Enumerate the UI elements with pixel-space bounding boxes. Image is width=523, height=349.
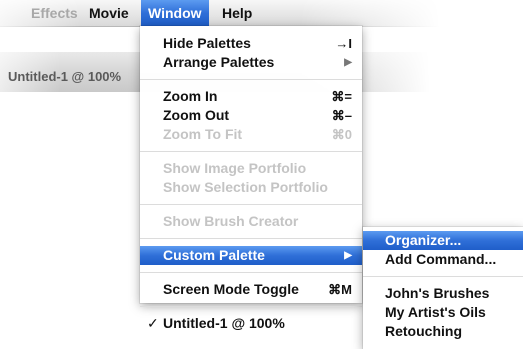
submenu-item-palette[interactable]: My Artist's Oils bbox=[363, 303, 523, 322]
menu-item-untitled-window[interactable]: ✓ Untitled-1 @ 100% bbox=[140, 314, 362, 333]
menu-item-label: Arrange Palettes bbox=[163, 54, 275, 70]
menu-item-custom-palette[interactable]: Custom Palette ▶ bbox=[140, 246, 362, 265]
menu-item-label: Zoom Out bbox=[163, 107, 230, 123]
submenu-item-add-command[interactable]: Add Command... bbox=[363, 250, 523, 269]
menu-window[interactable]: Window bbox=[141, 0, 209, 26]
submenu-arrow-icon: ▶ bbox=[344, 250, 352, 261]
menu-item-label: Show Brush Creator bbox=[163, 213, 299, 229]
document-tab[interactable]: Untitled-1 @ 100% bbox=[0, 66, 129, 88]
shortcut-tab-icon: →I bbox=[335, 36, 352, 51]
menu-item-label: My Artist's Oils bbox=[385, 304, 486, 320]
menu-separator bbox=[363, 276, 523, 277]
menu-item-label: Add Command... bbox=[385, 251, 497, 267]
menu-movie[interactable]: Movie bbox=[82, 0, 136, 26]
menu-item-show-selection-portfolio: Show Selection Portfolio bbox=[140, 178, 362, 197]
menu-item-show-image-portfolio: Show Image Portfolio bbox=[140, 159, 362, 178]
menu-help[interactable]: Help bbox=[215, 0, 259, 26]
menu-item-zoom-to-fit: Zoom To Fit ⌘0 bbox=[140, 125, 362, 144]
menu-separator bbox=[140, 272, 362, 273]
menu-item-show-brush-creator: Show Brush Creator bbox=[140, 212, 362, 231]
menu-item-arrange-palettes[interactable]: Arrange Palettes ▶ bbox=[140, 53, 362, 72]
menu-item-label: Organizer... bbox=[385, 232, 462, 248]
menu-item-zoom-out[interactable]: Zoom Out ⌘– bbox=[140, 106, 362, 125]
menu-item-label: Hide Palettes bbox=[163, 35, 251, 51]
submenu-arrow-icon: ▶ bbox=[344, 57, 352, 68]
shortcut-label: ⌘= bbox=[331, 89, 352, 104]
menu-item-label: Screen Mode Toggle bbox=[163, 281, 299, 297]
menu-separator bbox=[140, 79, 362, 80]
menu-effects[interactable]: Effects bbox=[24, 0, 85, 26]
menu-item-label: Zoom In bbox=[163, 88, 218, 104]
menu-item-label: John's Brushes bbox=[385, 285, 490, 301]
shortcut-label: ⌘M bbox=[328, 282, 352, 297]
menu-item-label: Untitled-1 @ 100% bbox=[163, 315, 285, 331]
menu-item-label: Custom Palette bbox=[163, 247, 265, 263]
menu-item-label: Retouching bbox=[385, 323, 462, 339]
menu-item-label: Show Selection Portfolio bbox=[163, 179, 328, 195]
menu-item-label: Zoom To Fit bbox=[163, 126, 243, 142]
menu-separator bbox=[140, 204, 362, 205]
custom-palette-submenu: Organizer... Add Command... John's Brush… bbox=[363, 227, 523, 349]
menu-item-label: Show Image Portfolio bbox=[163, 160, 307, 176]
menu-item-zoom-in[interactable]: Zoom In ⌘= bbox=[140, 87, 362, 106]
menu-item-hide-palettes[interactable]: Hide Palettes →I bbox=[140, 34, 362, 53]
checkmark-icon: ✓ bbox=[147, 315, 159, 331]
menu-separator bbox=[140, 151, 362, 152]
window-menu-dropdown: Hide Palettes →I Arrange Palettes ▶ Zoom… bbox=[140, 26, 362, 331]
menu-separator bbox=[140, 238, 362, 239]
menu-item-screen-mode-toggle[interactable]: Screen Mode Toggle ⌘M bbox=[140, 280, 362, 299]
submenu-item-palette[interactable]: Retouching bbox=[363, 322, 523, 341]
menu-separator bbox=[140, 306, 362, 307]
shortcut-label: ⌘0 bbox=[331, 127, 352, 142]
shortcut-label: ⌘– bbox=[331, 108, 352, 123]
submenu-item-palette[interactable]: John's Brushes bbox=[363, 284, 523, 303]
submenu-item-organizer[interactable]: Organizer... bbox=[363, 231, 523, 250]
